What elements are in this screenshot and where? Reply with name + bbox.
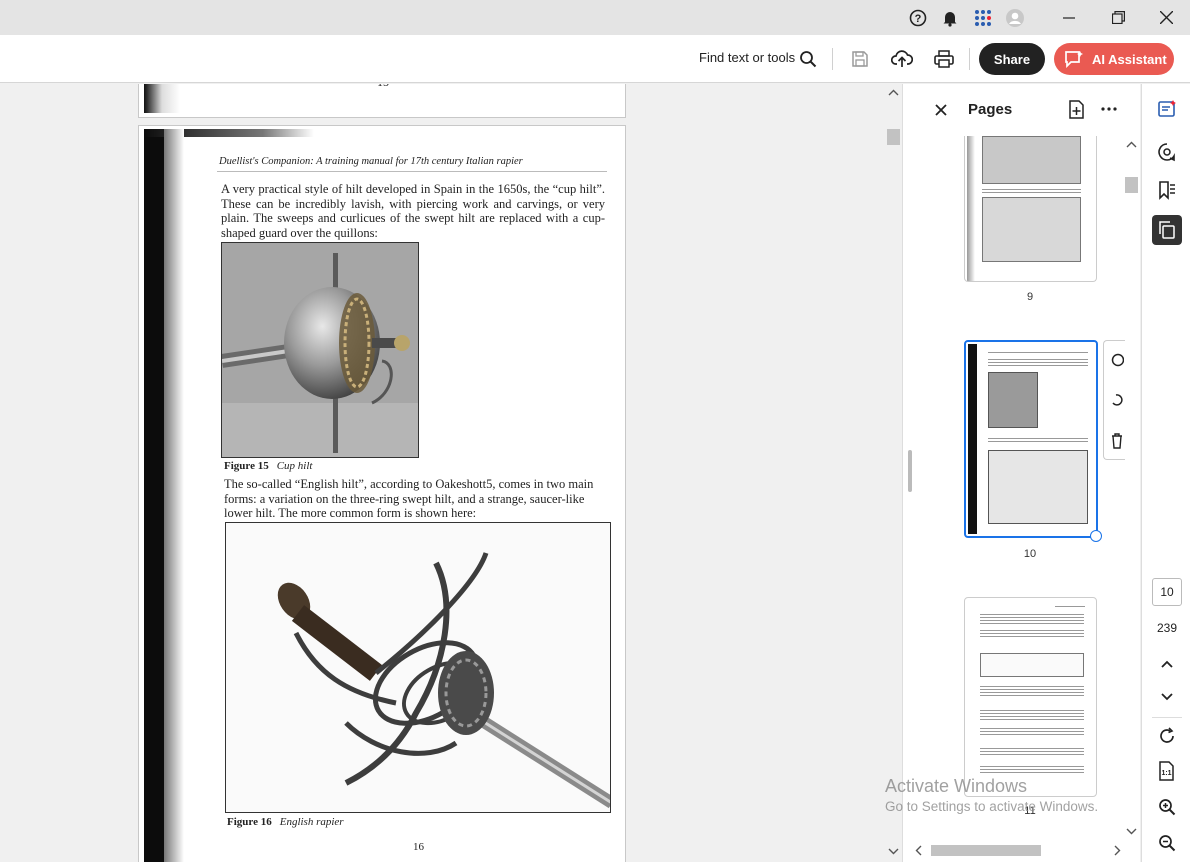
avatar[interactable] [1003,6,1027,30]
page-number-15: 15 [377,84,389,90]
scrollbar-thumb[interactable] [887,129,900,145]
pages-panel-hscrollbar[interactable] [913,842,1123,859]
page-number-16: 16 [413,841,424,853]
scroll-up-icon[interactable] [885,86,902,100]
scan-shadow [164,129,184,862]
restore-icon[interactable] [1094,0,1142,35]
thumbnail-label-9: 9 [1026,291,1034,303]
scroll-up-icon[interactable] [1123,139,1140,151]
toolbar: Find text or tools Share AI Assistant [0,35,1190,83]
cloud-upload-icon[interactable] [890,47,914,71]
panel-title: Pages [968,101,1013,118]
pages-icon [1159,221,1175,239]
help-icon[interactable]: ? [906,6,930,30]
document-viewer[interactable]: 15 Duellist's Companion: A training manu… [0,84,885,862]
scroll-right-icon[interactable] [1111,842,1123,859]
paragraph-cup-hilt: A very practical style of hilt developed… [221,182,605,240]
edit-comment-icon [1158,100,1176,117]
page-thumbnail-9[interactable] [964,136,1097,282]
apps-icon[interactable] [971,6,995,30]
fit-page-button[interactable]: 1:1 [1152,756,1182,786]
figure-16-caption: Figure 16 English rapier [227,816,344,828]
toolbar-divider [969,48,970,70]
title-bar: ? [0,0,1190,35]
at-comment-icon [1158,143,1175,162]
search-icon[interactable] [796,47,820,71]
scroll-left-icon[interactable] [913,842,925,859]
bookmark-icon [1159,181,1175,200]
figure-16-label: Figure 16 [227,816,272,828]
thumbnail-tools [1103,340,1125,460]
rail-divider [1152,717,1182,718]
zoom-in-button[interactable] [1152,792,1182,822]
figure-15-caption: Figure 15 Cup hilt [224,460,312,472]
svg-text:?: ? [915,13,922,25]
pages-panel-button[interactable] [1152,215,1182,245]
panel-resize-handle[interactable] [908,450,912,492]
scan-edge [144,84,189,113]
comment-tool-button[interactable] [1152,94,1182,124]
refresh-icon [1160,727,1174,743]
ai-assistant-label: AI Assistant [1092,51,1167,67]
close-window-icon[interactable] [1142,0,1190,35]
running-header: Duellist's Companion: A training manual … [219,156,523,167]
toolbar-divider [832,48,833,70]
previous-page-button[interactable] [1152,649,1182,679]
share-button[interactable]: Share [979,43,1045,75]
page-15: 15 [138,84,626,118]
selection-handle[interactable] [1090,530,1102,542]
zoom-out-icon [1159,835,1176,852]
scan-edge [144,129,164,862]
total-pages: 239 [1156,621,1178,635]
windows-activation-watermark: Activate Windows Go to Settings to activ… [885,776,1098,814]
watermark-subtitle: Go to Settings to activate Windows. [885,799,1099,814]
page-number-input[interactable]: 10 [1152,578,1182,606]
scrollbar-thumb[interactable] [1125,177,1138,193]
next-page-button[interactable] [1152,682,1182,712]
annotations-button[interactable] [1152,137,1182,167]
delete-icon[interactable] [1110,433,1124,449]
ai-assistant-button[interactable]: AI Assistant [1054,43,1174,75]
actual-size-icon: 1:1 [1159,761,1174,781]
scroll-down-icon[interactable] [1123,825,1140,837]
rotate-icon[interactable] [1110,353,1124,367]
insert-page-icon[interactable] [1068,100,1086,120]
ai-assistant-icon [1064,50,1084,68]
close-panel-icon[interactable] [935,104,947,116]
right-rail: 10 239 1:1 [1141,84,1190,862]
scroll-down-icon[interactable] [885,844,902,858]
find-tools-label[interactable]: Find text or tools [699,50,795,65]
pages-panel-scrollbar[interactable] [1123,139,1140,839]
figure-cup-hilt-image [221,242,419,458]
minimize-icon[interactable] [1045,0,1093,35]
pages-panel: Pages 9 10 11 [902,84,1140,862]
bookmarks-button[interactable] [1152,175,1182,205]
svg-text:1:1: 1:1 [1161,770,1171,777]
scrollbar-thumb[interactable] [931,845,1041,856]
document-scrollbar[interactable] [885,84,902,862]
chevron-down-icon [1161,693,1173,701]
figure-16-title: English rapier [279,816,344,828]
zoom-out-button[interactable] [1152,828,1182,858]
header-rule [217,171,607,172]
page-thumbnail-10[interactable] [964,340,1098,538]
undo-icon[interactable] [1110,393,1124,407]
page-16: Duellist's Companion: A training manual … [138,125,626,862]
save-icon[interactable] [848,47,872,71]
figure-15-label: Figure 15 [224,460,269,472]
watermark-title: Activate Windows [885,776,1028,796]
thumbnail-label-10: 10 [1023,548,1037,560]
zoom-in-icon [1159,799,1176,816]
page-thumbnail-11[interactable] [964,597,1097,797]
print-icon[interactable] [932,47,956,71]
paragraph-english-hilt: The so-called “English hilt”, according … [224,477,594,521]
figure-15-title: Cup hilt [276,460,313,472]
more-options-icon[interactable] [1101,106,1117,112]
notifications-icon[interactable] [938,6,962,30]
chevron-up-icon [1161,660,1173,668]
rotate-view-button[interactable] [1152,721,1182,751]
figure-english-rapier-image [225,522,611,813]
